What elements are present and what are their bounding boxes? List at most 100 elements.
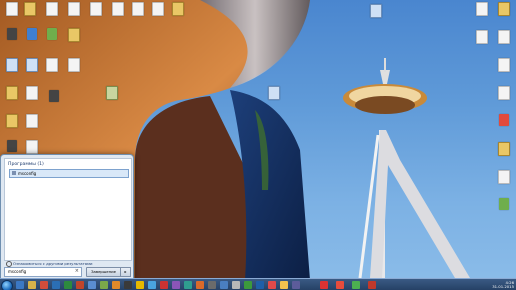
app-icon[interactable] <box>124 281 132 289</box>
desktop-icon[interactable] <box>264 86 284 110</box>
app-icon[interactable] <box>112 281 120 289</box>
app-icon <box>49 90 59 102</box>
app-icon[interactable] <box>208 281 216 289</box>
desktop-icon[interactable] <box>494 58 514 82</box>
app-icon[interactable] <box>160 281 168 289</box>
document-icon <box>68 58 80 72</box>
desktop-icon[interactable] <box>22 114 42 138</box>
app-icon[interactable] <box>148 281 156 289</box>
desktop-icon[interactable] <box>494 198 514 222</box>
app-icon[interactable] <box>244 281 252 289</box>
clear-search-icon[interactable]: × <box>75 268 79 274</box>
desktop-icon[interactable] <box>22 86 42 110</box>
folder-icon <box>24 2 36 16</box>
start-menu: Программы (1) msconfig Ознакомиться с др… <box>0 154 134 282</box>
app-icon[interactable] <box>292 281 300 289</box>
clock[interactable]: 4:26 31.01.2015 <box>492 280 514 290</box>
app-icon[interactable] <box>220 281 228 289</box>
desktop-icon[interactable] <box>42 58 62 82</box>
app-icon <box>7 140 17 152</box>
powerpoint-icon[interactable] <box>76 281 84 289</box>
shutdown-button[interactable]: Завершение работы <box>86 267 121 282</box>
computer-icon <box>370 4 382 18</box>
app-icon <box>7 28 17 40</box>
app-icon[interactable] <box>336 281 344 289</box>
app-icon[interactable] <box>172 281 180 289</box>
desktop-icon[interactable] <box>148 2 168 26</box>
document-icon <box>68 2 80 16</box>
media-icon[interactable] <box>40 281 48 289</box>
desktop-icon[interactable] <box>2 2 22 26</box>
document-icon <box>132 2 144 16</box>
see-more-results-label: Ознакомиться с другими результатами <box>13 261 93 266</box>
desktop-icon[interactable] <box>2 28 22 52</box>
start-button[interactable] <box>1 280 13 290</box>
computer-icon <box>268 86 280 100</box>
document-icon <box>498 86 510 100</box>
desktop-icon[interactable] <box>86 2 106 26</box>
desktop-icon[interactable] <box>494 30 514 54</box>
taskbar: 4:26 31.01.2015 <box>0 278 516 290</box>
computer-icon <box>6 58 18 72</box>
desktop-icon[interactable] <box>20 2 40 26</box>
app-icon <box>27 28 37 40</box>
folder-icon <box>498 142 510 156</box>
desktop-icon[interactable] <box>494 170 514 194</box>
desktop-icon[interactable] <box>168 2 188 26</box>
desktop-icon[interactable] <box>102 86 122 110</box>
app-icon[interactable] <box>100 281 108 289</box>
desktop-icon[interactable] <box>44 90 64 114</box>
folder-icon <box>6 114 18 128</box>
desktop-icon[interactable] <box>472 2 492 26</box>
ie-icon[interactable] <box>16 281 24 289</box>
shutdown-options-button[interactable]: ▸ <box>120 267 131 277</box>
desktop-icon[interactable] <box>2 114 22 138</box>
explorer-icon[interactable] <box>28 281 36 289</box>
desktop[interactable]: Программы (1) msconfig Ознакомиться с др… <box>0 0 516 290</box>
app-icon <box>499 198 509 210</box>
desktop-icon[interactable] <box>42 28 62 52</box>
desktop-icon[interactable] <box>22 28 42 52</box>
opera-icon[interactable] <box>320 281 328 289</box>
desktop-icon[interactable] <box>472 30 492 54</box>
chrome-icon[interactable] <box>352 281 360 289</box>
program-icon <box>12 171 16 175</box>
excel-icon[interactable] <box>64 281 72 289</box>
desktop-icon[interactable] <box>64 28 84 52</box>
app-icon[interactable] <box>88 281 96 289</box>
word-icon[interactable] <box>52 281 60 289</box>
document-icon <box>152 2 164 16</box>
desktop-icon[interactable] <box>64 58 84 82</box>
desktop-icon[interactable] <box>366 4 386 28</box>
app-icon[interactable] <box>196 281 204 289</box>
desktop-icon[interactable] <box>108 2 128 26</box>
desktop-icon[interactable] <box>494 142 514 166</box>
desktop-icon[interactable] <box>494 2 514 26</box>
document-icon <box>46 2 58 16</box>
desktop-icon[interactable] <box>2 58 22 82</box>
document-icon <box>26 114 38 128</box>
desktop-icon[interactable] <box>128 2 148 26</box>
app-icon <box>499 114 509 126</box>
app-icon[interactable] <box>280 281 288 289</box>
app-icon[interactable] <box>268 281 276 289</box>
app-icon[interactable] <box>256 281 264 289</box>
app-icon[interactable] <box>136 281 144 289</box>
desktop-icon[interactable] <box>2 86 22 110</box>
document-icon <box>498 58 510 72</box>
desktop-icon[interactable] <box>494 86 514 110</box>
desktop-icon[interactable] <box>42 2 62 26</box>
document-icon <box>498 30 510 44</box>
app-icon[interactable] <box>368 281 376 289</box>
search-result-label: msconfig <box>18 171 37 176</box>
desktop-icon[interactable] <box>64 2 84 26</box>
app-icon[interactable] <box>232 281 240 289</box>
search-result-msconfig[interactable]: msconfig <box>9 169 129 178</box>
start-search-input[interactable]: msconfig × <box>4 267 82 277</box>
folder-icon <box>68 28 80 42</box>
app-icon[interactable] <box>184 281 192 289</box>
desktop-icon[interactable] <box>494 114 514 138</box>
document-icon <box>112 2 124 16</box>
desktop-icon[interactable] <box>22 58 42 82</box>
app-icon <box>47 28 57 40</box>
